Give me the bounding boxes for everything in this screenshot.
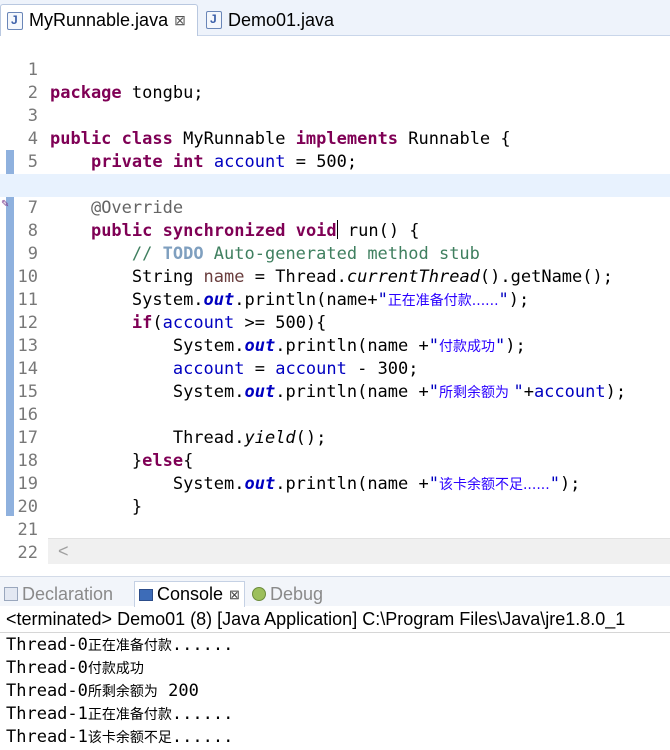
close-icon[interactable]: ⊠ <box>229 587 240 603</box>
console-output-line: Thread-0付款成功 <box>6 658 144 678</box>
code-line: 13 account = account - 300; <box>0 312 670 379</box>
close-icon[interactable]: ⊠ <box>174 12 186 29</box>
tab-declaration[interactable]: Declaration <box>4 581 113 607</box>
code-line: 20 <box>0 473 670 517</box>
code-line: 14 System.out.println(name +"所剩余额为 "+acc… <box>0 335 670 402</box>
tab-myrunnable-java[interactable]: MyRunnable.java ⊠ <box>0 4 198 36</box>
declaration-icon <box>4 587 18 601</box>
tab-label: Debug <box>270 583 324 604</box>
console-icon <box>139 588 153 601</box>
code-line: 19 } <box>0 450 670 517</box>
console-output-line: Thread-1正在准备付款...... <box>6 704 234 724</box>
tab-demo01-java[interactable]: Demo01.java <box>200 4 380 36</box>
console-output-line: Thread-1该卡余额不足...... <box>6 727 234 747</box>
code-line: 9 String name = Thread.currentThread().g… <box>0 220 670 287</box>
tab-label: Declaration <box>22 583 114 604</box>
console-output-line: Thread-0正在准备付款...... <box>6 635 234 655</box>
line-number: 22 <box>17 543 38 563</box>
code-line: 16 Thread.yield(); <box>0 381 670 448</box>
code-line: 18 System.out.println(name +"该卡余额不足.....… <box>0 427 670 494</box>
code-editor[interactable]: ▲ ✎ 1 package tongbu; 2 3 public class M… <box>0 36 670 566</box>
bottom-panel-tabs: Declaration Console ⊠ Debug <box>0 576 670 607</box>
code-line: 5 <box>0 128 670 172</box>
code-line: 12 System.out.println(name +"付款成功"); <box>0 289 670 356</box>
tab-label: Demo01.java <box>228 9 335 30</box>
code-line: 3 public class MyRunnable implements Run… <box>0 82 670 149</box>
horizontal-scrollbar[interactable]: < <box>48 538 670 564</box>
code-line: 15 <box>0 358 670 402</box>
tab-debug[interactable]: Debug <box>252 581 323 607</box>
tab-console[interactable]: Console ⊠ <box>134 581 245 607</box>
code-line: 17 }else{ <box>0 404 670 471</box>
code-line: 11 if(account >= 500){ <box>0 266 670 333</box>
code-line: 6⊖ @Override <box>0 151 670 218</box>
console-status-line: <terminated> Demo01 (8) [Java Applicatio… <box>6 609 626 629</box>
code-line: 2 <box>0 59 670 103</box>
code-line: 4 private int account = 500; <box>0 105 670 172</box>
tab-label: Console <box>157 584 224 604</box>
tab-label: MyRunnable.java <box>29 10 169 30</box>
divider <box>0 632 670 633</box>
code-line: 21 } <box>0 496 670 563</box>
scroll-left-icon[interactable]: < <box>58 541 69 562</box>
editor-tab-bar: MyRunnable.java ⊠ Demo01.java <box>0 0 670 36</box>
java-file-icon <box>206 11 222 29</box>
current-code-line: 7 public synchronized void run() { <box>0 174 670 241</box>
console-output-line: Thread-0所剩余额为 200 <box>6 681 199 701</box>
debug-bug-icon <box>252 587 266 601</box>
java-file-icon <box>7 11 23 30</box>
code-line: 10 System.out.println(name+"正在准备付款......… <box>0 243 670 310</box>
code-line: 1 package tongbu; <box>0 36 670 103</box>
code-line: 8 // TODO Auto-generated method stub <box>0 197 670 264</box>
